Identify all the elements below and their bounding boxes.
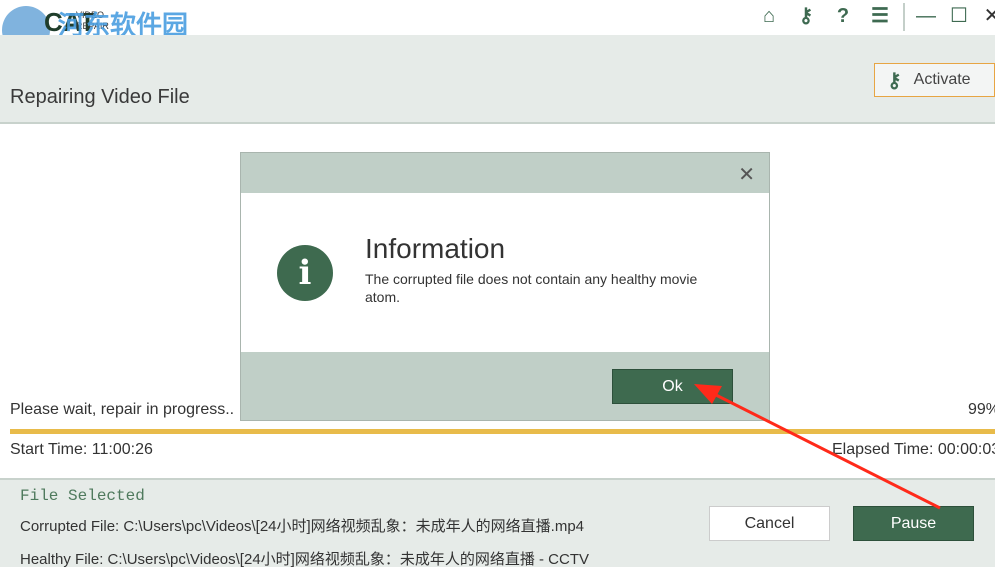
menu-icon[interactable]: ☰ [868,4,892,28]
start-time: Start Time: 11:00:26 [10,441,153,458]
progress-percent: 99% [968,401,995,418]
minimize-icon[interactable]: — [914,4,938,28]
pause-button[interactable]: Pause [853,506,974,541]
home-icon[interactable]: ⌂ [757,4,781,28]
dialog-title: Information [365,233,506,264]
dialog-close-icon[interactable]: ✕ [738,162,755,187]
information-dialog: ✕ i Information The corrupted file does … [240,152,770,421]
progress-bar [10,429,995,434]
activate-label: Activate [913,71,971,88]
toolbar-divider [903,3,905,31]
cancel-button[interactable]: Cancel [709,506,830,541]
header-band [0,35,995,124]
healthy-file-path: Healthy File: C:\Users\pc\Videos\[24小时]网… [20,551,589,568]
progress-status: Please wait, repair in progress.. [10,401,235,418]
help-icon[interactable]: ? [831,4,855,28]
corrupted-file-path: Corrupted File: C:\Users\pc\Videos\[24小时… [20,518,585,535]
dialog-message: The corrupted file does not contain any … [365,271,698,305]
maximize-icon[interactable]: ☐ [947,4,971,28]
dialog-header: ✕ [241,153,769,193]
ok-button[interactable]: Ok [612,369,733,404]
page-title: Repairing Video File [10,86,190,108]
activate-button[interactable]: ⚷ Activate [874,63,995,97]
key-icon[interactable]: ⚷ [794,4,818,28]
close-icon[interactable]: ✕ [980,4,995,28]
key-icon: ⚷ [887,69,902,92]
info-icon: i [277,245,333,301]
file-selected-heading: File Selected [20,487,145,505]
elapsed-time: Elapsed Time: 00:00:03 [832,441,995,458]
